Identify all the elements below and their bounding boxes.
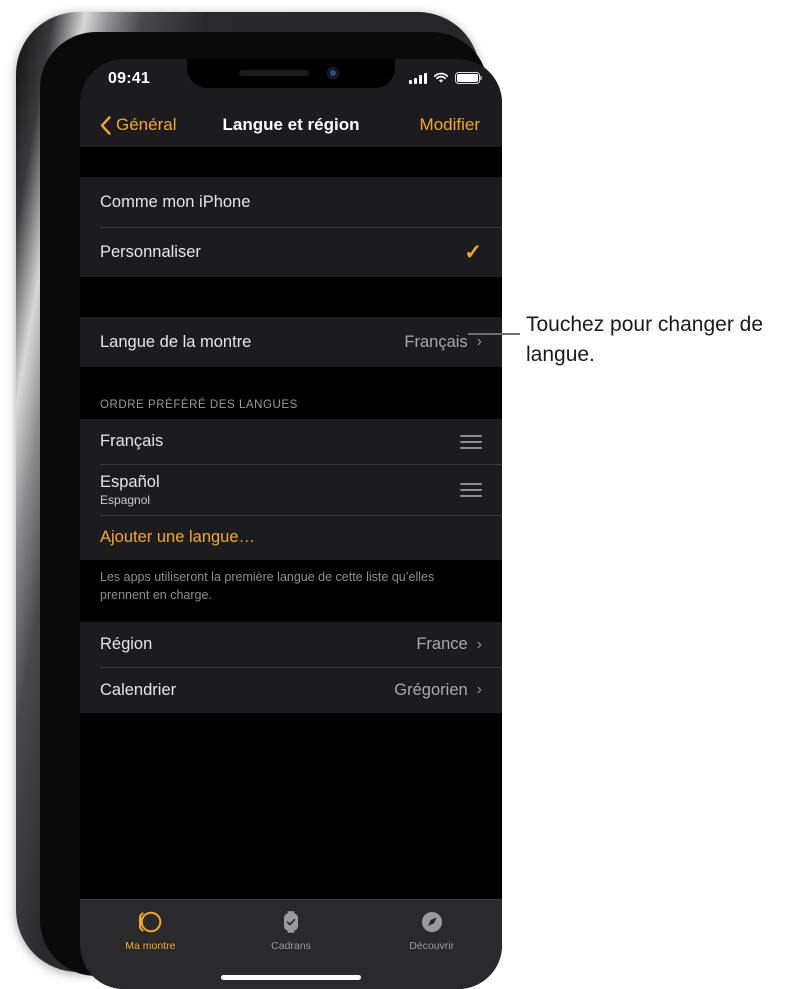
compass-icon	[420, 907, 444, 936]
section-header-language-order: ORDRE PRÉFÉRÉ DES LANGUES	[80, 367, 502, 419]
phone-screen: 09:41 Général Langue et région Modifier …	[80, 59, 502, 989]
row-label: Español	[100, 472, 160, 491]
row-value: Français	[404, 332, 468, 351]
row-text-stack: Español Espagnol	[100, 473, 160, 507]
tab-ma-montre[interactable]: Ma montre	[80, 907, 221, 952]
chevron-left-icon	[100, 115, 111, 135]
row-label: Calendrier	[100, 680, 177, 699]
row-calendrier[interactable]: Calendrier Grégorien ›	[80, 667, 502, 713]
row-label: Personnaliser	[100, 242, 201, 261]
back-button[interactable]: Général	[100, 115, 176, 135]
chevron-right-icon: ›	[476, 333, 482, 350]
tab-label: Découvrir	[409, 940, 455, 952]
edit-button[interactable]: Modifier	[420, 115, 480, 135]
top-spacer	[80, 147, 502, 177]
signal-bars-icon	[409, 72, 427, 84]
group-spacer-1	[80, 277, 502, 317]
watch-language-group: Langue de la montre Français ›	[80, 317, 502, 367]
home-indicator[interactable]	[221, 975, 361, 980]
reorder-handle-icon[interactable]	[460, 434, 482, 449]
watch-icon	[137, 907, 163, 936]
checkmark-icon: ✓	[464, 240, 482, 264]
callout-leader-line	[468, 333, 520, 335]
chevron-right-icon: ›	[476, 681, 482, 698]
row-label: Français	[100, 432, 164, 450]
battery-full-icon	[455, 72, 483, 84]
notch	[187, 59, 395, 88]
tab-cadrans[interactable]: Cadrans	[221, 907, 362, 952]
sync-group: Comme mon iPhone Personnaliser ✓	[80, 177, 502, 277]
row-comme-mon-iphone[interactable]: Comme mon iPhone	[80, 177, 502, 227]
wifi-icon	[433, 72, 449, 83]
tab-label: Ma montre	[125, 940, 176, 952]
language-order-footer: Les apps utiliseront la première langue …	[80, 560, 502, 622]
callout-text: Touchez pour changer de langue.	[526, 313, 763, 366]
back-button-label: Général	[116, 115, 177, 134]
row-value: Grégorien	[394, 680, 468, 699]
row-sublabel: Espagnol	[100, 492, 151, 507]
tab-label: Cadrans	[271, 940, 311, 952]
row-region[interactable]: Région France ›	[80, 622, 502, 667]
row-accessory: Français ›	[404, 333, 482, 352]
chevron-right-icon: ›	[476, 635, 482, 653]
tab-decouvrir[interactable]: Découvrir	[361, 907, 502, 952]
row-personnaliser[interactable]: Personnaliser ✓	[80, 227, 502, 277]
row-accessory: France ›	[416, 635, 482, 654]
region-group: Région France › Calendrier Grégorien ›	[80, 622, 502, 713]
row-language-espanol[interactable]: Español Espagnol	[80, 464, 502, 515]
nav-bar: Général Langue et région Modifier	[80, 103, 502, 147]
settings-list: Comme mon iPhone Personnaliser ✓ Langue …	[80, 147, 502, 989]
phone-bezel: 09:41 Général Langue et région Modifier …	[40, 32, 502, 989]
reorder-handle-icon[interactable]	[460, 482, 482, 497]
watch-face-icon	[280, 907, 302, 936]
row-value: France	[416, 635, 468, 653]
front-camera-icon	[327, 67, 339, 79]
row-label: Région	[100, 635, 153, 653]
row-accessory: Grégorien ›	[394, 681, 482, 700]
earpiece-speaker	[239, 70, 309, 76]
phone-frame: 09:41 Général Langue et région Modifier …	[16, 12, 502, 989]
row-add-language[interactable]: Ajouter une langue…	[80, 515, 502, 560]
row-language-francais[interactable]: Français	[80, 419, 502, 464]
language-order-group: Français Español Espagnol Ajouter une la…	[80, 419, 502, 560]
row-label: Langue de la montre	[100, 332, 252, 351]
status-icons	[409, 72, 483, 84]
row-langue-de-la-montre[interactable]: Langue de la montre Français ›	[80, 317, 502, 367]
row-label: Comme mon iPhone	[100, 192, 251, 211]
add-language-label: Ajouter une langue…	[100, 528, 256, 546]
status-time: 09:41	[108, 70, 150, 87]
